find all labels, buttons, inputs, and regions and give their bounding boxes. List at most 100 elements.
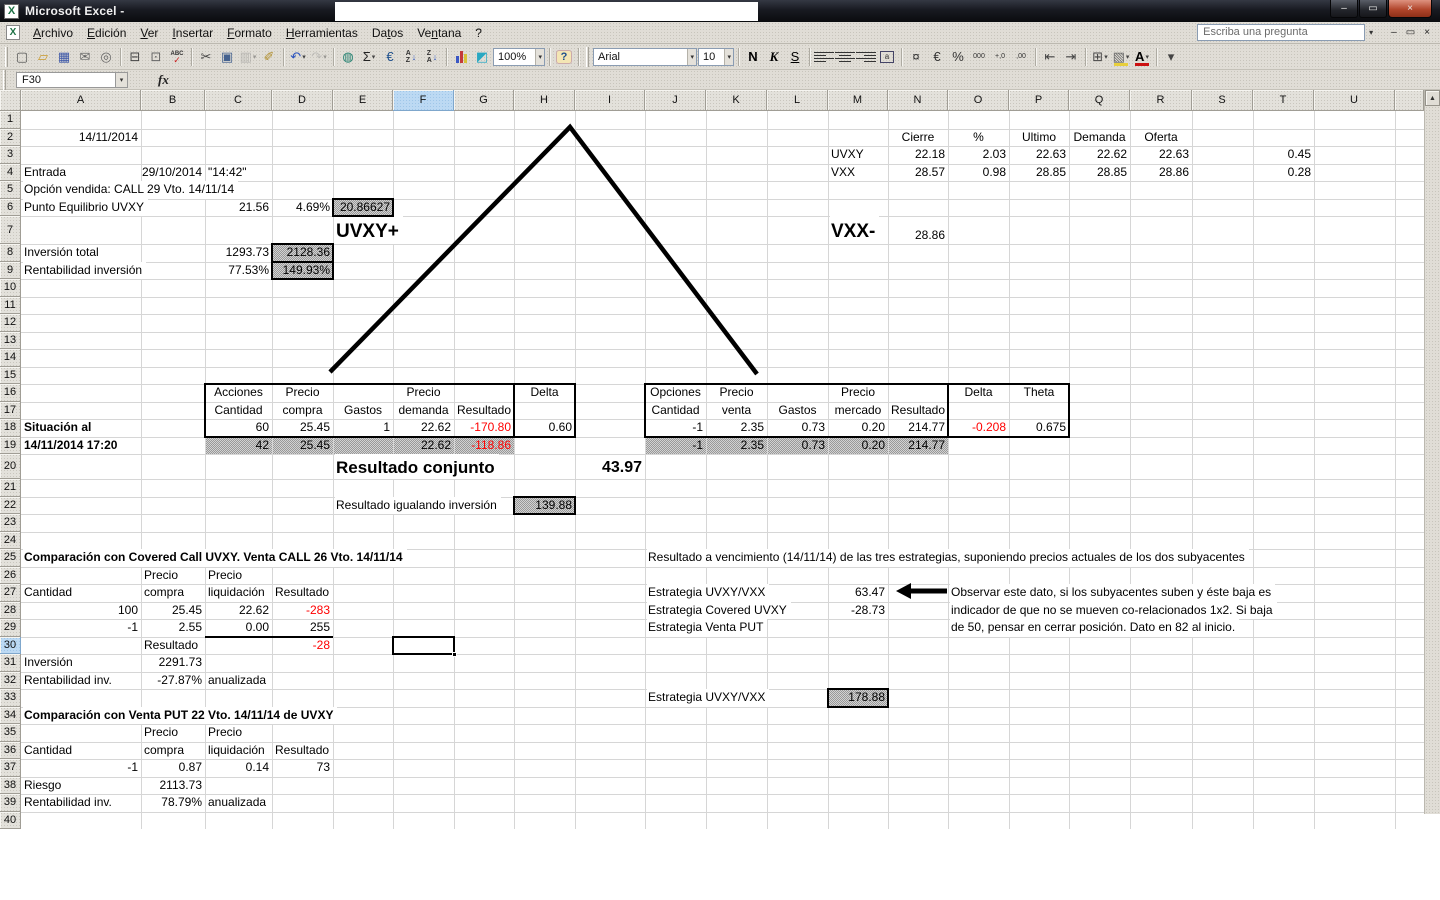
cell-A19[interactable]: 14/11/2014 17:20 xyxy=(21,437,141,455)
row-header-1[interactable]: 1 xyxy=(0,111,21,129)
cell-D8[interactable]: 2128.36 xyxy=(273,245,333,262)
row-header-13[interactable]: 13 xyxy=(0,331,21,349)
row-header-26[interactable]: 26 xyxy=(0,566,21,584)
decrease-decimal-icon[interactable]: ,00 xyxy=(1011,47,1031,67)
cell-D28[interactable]: -283 xyxy=(272,602,333,620)
cell-A2[interactable]: 14/11/2014 xyxy=(21,129,141,147)
row-header-9[interactable]: 9 xyxy=(0,261,21,279)
cell-A29[interactable]: -1 xyxy=(21,619,141,637)
cell-B4[interactable]: 29/10/2014 xyxy=(141,164,205,182)
currency-style-icon[interactable]: ¤ xyxy=(906,47,926,67)
col-header-s[interactable]: S xyxy=(1192,90,1253,111)
row-header-28[interactable]: 28 xyxy=(0,601,21,619)
cell-O28[interactable]: indicador de que no se mueven co-relacio… xyxy=(950,601,1277,619)
restore-button[interactable]: ▭ xyxy=(1359,0,1387,18)
cell-L18[interactable]: 0.73 xyxy=(767,419,828,437)
row-header-20[interactable]: 20 xyxy=(0,454,21,479)
row-header-29[interactable]: 29 xyxy=(0,619,21,637)
cell-D18[interactable]: 25.45 xyxy=(272,419,333,437)
percent-style-icon[interactable]: % xyxy=(948,47,968,67)
paste-icon[interactable]: ▥ ▾ xyxy=(238,47,258,67)
cell-M3[interactable]: UVXY xyxy=(828,146,888,164)
cell-E17[interactable]: Gastos xyxy=(333,402,393,420)
cell-B26[interactable]: Precio xyxy=(141,567,205,585)
format-painter-icon[interactable]: ✐ xyxy=(259,47,279,67)
menu-herramientas[interactable]: Herramientas xyxy=(279,23,365,43)
cell-F16[interactable]: Precio xyxy=(393,384,454,402)
new-document-icon[interactable]: ▢ xyxy=(12,47,32,67)
row-header-15[interactable]: 15 xyxy=(0,366,21,384)
bold-button[interactable]: N xyxy=(743,47,763,67)
toolbar-handle[interactable] xyxy=(586,46,589,67)
col-header-e[interactable]: E xyxy=(333,90,393,111)
col-header-d[interactable]: D xyxy=(272,90,333,111)
question-box-dropdown-icon[interactable]: ▾ xyxy=(1365,28,1377,37)
row-header-14[interactable]: 14 xyxy=(0,349,21,367)
cell-A6[interactable]: Punto Equilibrio UVXY xyxy=(23,198,149,216)
cell-A34[interactable]: Comparación con Venta PUT 22 Vto. 14/11/… xyxy=(23,706,338,724)
cut-icon[interactable]: ✂ xyxy=(196,47,216,67)
cell-I20[interactable]: 43.97 xyxy=(575,454,645,479)
cell-R3[interactable]: 22.63 xyxy=(1130,146,1192,164)
col-header-u[interactable]: U xyxy=(1314,90,1395,111)
cell-O27[interactable]: Observar este dato, si los subyacentes s… xyxy=(950,584,1276,602)
cell-M7[interactable]: VXX- xyxy=(830,216,880,244)
cell-C36[interactable]: liquidación xyxy=(205,742,272,760)
row-header-22[interactable]: 22 xyxy=(0,496,21,514)
name-box[interactable]: F30 xyxy=(16,71,116,88)
cell-C37[interactable]: 0.14 xyxy=(205,759,272,777)
row-header-27[interactable]: 27 xyxy=(0,584,21,602)
cell-C19[interactable]: 42 xyxy=(206,437,272,455)
cell-D36[interactable]: Resultado xyxy=(272,742,333,760)
cell-R2[interactable]: Oferta xyxy=(1130,129,1192,147)
cell-A9[interactable]: Rentabilidad inversión xyxy=(23,261,147,279)
cell-T3[interactable]: 0.45 xyxy=(1253,146,1314,164)
cell-D30[interactable]: -28 xyxy=(272,637,333,655)
merge-center-icon[interactable]: a xyxy=(877,47,897,67)
cell-C9[interactable]: 77.53% xyxy=(205,262,272,280)
cell-A31[interactable]: Inversión xyxy=(21,654,141,672)
cell-B38[interactable]: 2113.73 xyxy=(141,777,205,795)
menu-insertar[interactable]: Insertar xyxy=(165,23,220,43)
cell-A4[interactable]: Entrada xyxy=(21,164,141,182)
toolbar-handle[interactable] xyxy=(5,46,8,67)
row-header-5[interactable]: 5 xyxy=(0,181,21,199)
copy-icon[interactable]: ▣ xyxy=(217,47,237,67)
cell-B31[interactable]: 2291.73 xyxy=(141,654,205,672)
cell-J29[interactable]: Estrategia Venta PUT xyxy=(647,619,768,637)
cell-J17[interactable]: Cantidad xyxy=(645,402,706,420)
cell-P18[interactable]: 0.675 xyxy=(1009,419,1069,437)
insert-hyperlink-icon[interactable]: ◍ xyxy=(338,47,358,67)
cell-B32[interactable]: -27.87% xyxy=(141,672,205,690)
save-icon[interactable]: ▦ xyxy=(54,47,74,67)
decrease-indent-icon[interactable]: ⇤ xyxy=(1040,47,1060,67)
vertical-scrollbar[interactable]: ▲ xyxy=(1424,90,1440,814)
cell-C18[interactable]: 60 xyxy=(205,419,272,437)
spelling-icon[interactable]: ABC ✓ xyxy=(167,47,187,67)
increase-decimal-icon[interactable]: +,0 xyxy=(990,47,1010,67)
col-header-q[interactable]: Q xyxy=(1069,90,1130,111)
cell-A38[interactable]: Riesgo xyxy=(21,777,141,795)
col-header-j[interactable]: J xyxy=(645,90,706,111)
fill-handle[interactable] xyxy=(452,652,457,657)
cell-Q3[interactable]: 22.62 xyxy=(1069,146,1130,164)
row-header-18[interactable]: 18 xyxy=(0,419,21,437)
increase-indent-icon[interactable]: ⇥ xyxy=(1061,47,1081,67)
workbook-icon[interactable]: X xyxy=(6,25,20,40)
row-header-8[interactable]: 8 xyxy=(0,244,21,262)
col-header-h[interactable]: H xyxy=(514,90,575,111)
cell-M4[interactable]: VXX xyxy=(828,164,888,182)
cell-B35[interactable]: Precio xyxy=(141,724,205,742)
cell-B37[interactable]: 0.87 xyxy=(141,759,205,777)
menu-archivo[interactable]: Archivo xyxy=(26,23,80,43)
open-folder-icon[interactable]: ▱ xyxy=(33,47,53,67)
cell-C28[interactable]: 22.62 xyxy=(205,602,272,620)
row-header-11[interactable]: 11 xyxy=(0,296,21,314)
cell-D19[interactable]: 25.45 xyxy=(273,437,333,455)
cell-P3[interactable]: 22.63 xyxy=(1009,146,1069,164)
workbook-minimize-icon[interactable]: – xyxy=(1391,27,1397,38)
row-header-40[interactable]: 40 xyxy=(0,811,21,829)
cell-A8[interactable]: Inversión total xyxy=(21,244,141,262)
fill-color-icon[interactable]: ▧ ▾ xyxy=(1111,47,1131,67)
cell-M19[interactable]: 0.20 xyxy=(829,437,888,455)
